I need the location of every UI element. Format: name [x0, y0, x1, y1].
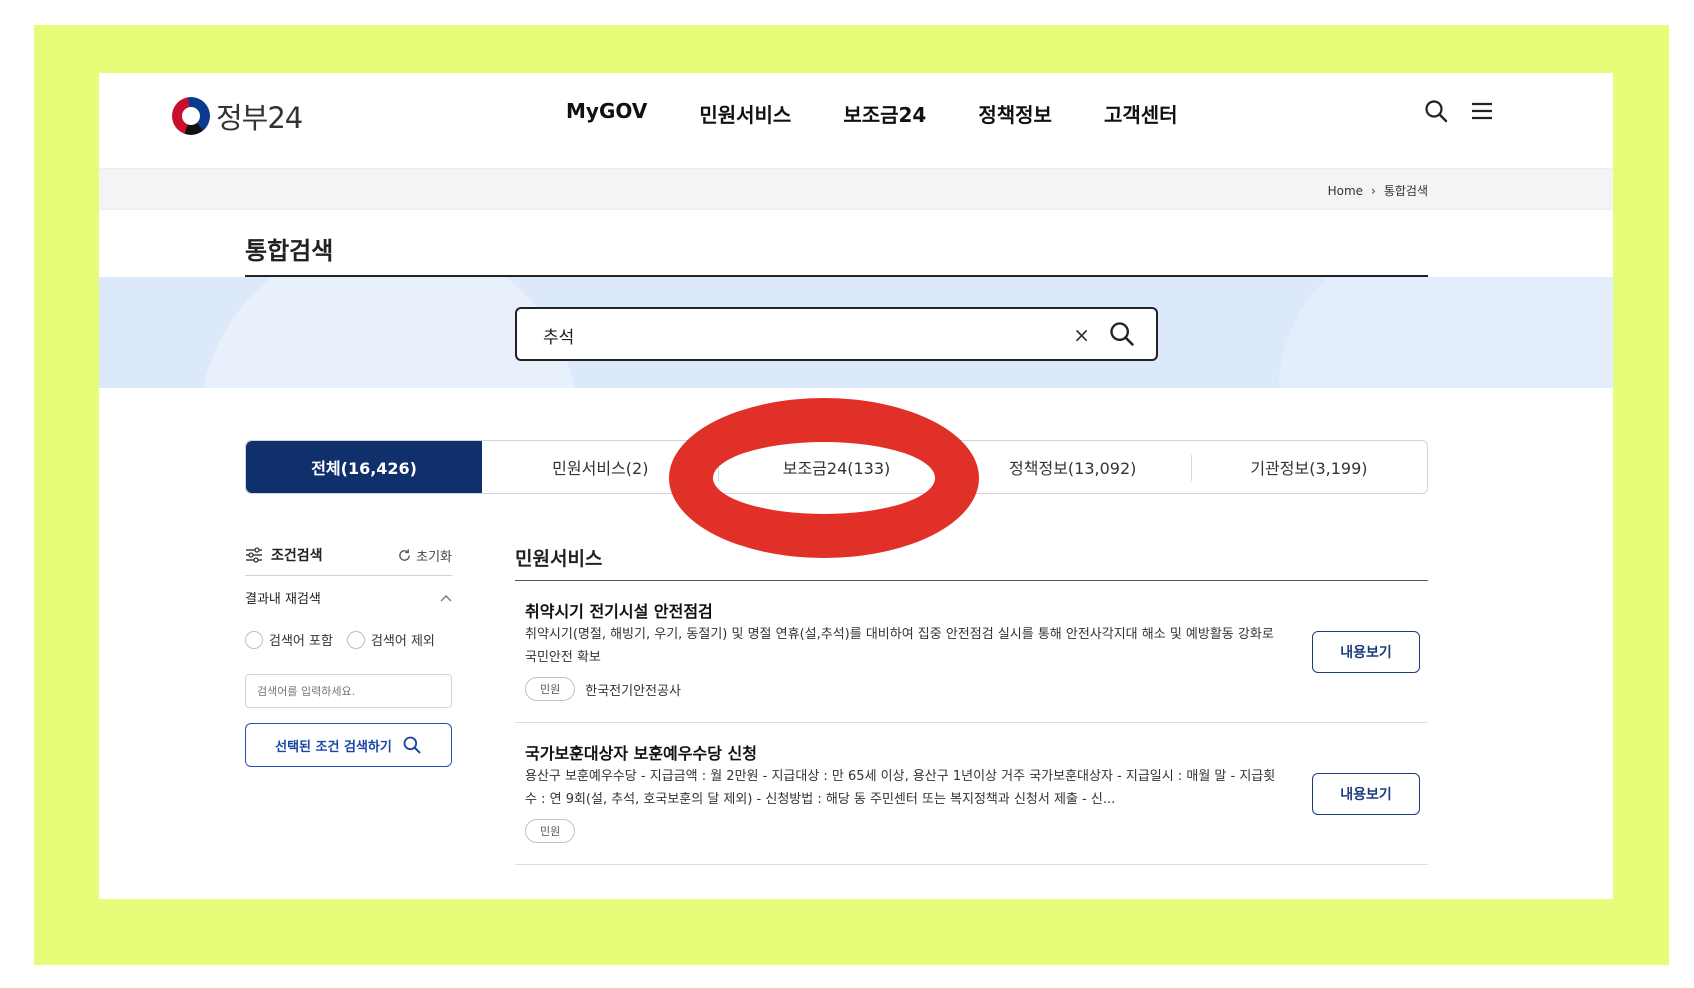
menu-icon[interactable] [1470, 99, 1494, 123]
chevron-up-icon[interactable] [440, 594, 452, 602]
search-band: 추석 × [99, 277, 1613, 388]
search-input[interactable]: 추석 × [515, 307, 1158, 361]
refresh-icon [399, 548, 410, 561]
breadcrumb: Home › 통합검색 [1328, 182, 1428, 199]
nav-civil-service[interactable]: 민원서비스 [699, 99, 791, 128]
search-conditions-button[interactable]: 선택된 조건 검색하기 [245, 723, 452, 767]
red-circle-annotation [669, 398, 979, 558]
view-detail-button[interactable]: 내용보기 [1312, 773, 1420, 815]
nav-policy-info[interactable]: 정책정보 [978, 99, 1052, 128]
category-tag: 민원 [525, 819, 576, 843]
logo-text: 정부24 [216, 101, 303, 135]
section-title: 민원서비스 [515, 548, 603, 570]
include-radio[interactable]: 검색어 포함 [245, 630, 333, 649]
sliders-icon [246, 547, 262, 563]
filter-header: 조건검색 초기화 [245, 545, 452, 565]
exclude-label: 검색어 제외 [370, 634, 435, 649]
page: 정부24 MyGOV 민원서비스 보조금24 정책정보 고객센터 Home › … [99, 73, 1613, 899]
result-title[interactable]: 국가보훈대상자 보훈예우수당 신청 [525, 740, 757, 764]
include-label: 검색어 포함 [269, 634, 333, 649]
view-detail-button[interactable]: 내용보기 [1312, 631, 1420, 673]
nav-customer-center[interactable]: 고객센터 [1104, 99, 1178, 128]
logo[interactable]: 정부24 [172, 95, 303, 137]
keyword-options: 검색어 포함 검색어 제외 [245, 630, 435, 649]
main-nav: MyGOV 민원서비스 보조금24 정책정보 고객센터 [566, 99, 1230, 128]
category-tag: 민원 [525, 677, 576, 701]
search-icon [403, 736, 421, 754]
result-organization: 한국전기안전공사 [585, 683, 681, 699]
clear-icon[interactable]: × [1073, 323, 1090, 347]
filter-divider [245, 575, 452, 576]
filter-title: 조건검색 [245, 545, 323, 565]
result-item: 국가보훈대상자 보훈예우수당 신청 용산구 보훈예우수당 - 지급금액 : 월 … [515, 723, 1428, 865]
chevron-right-icon: › [1371, 183, 1376, 198]
tab-all[interactable]: 전체(16,426) [246, 441, 483, 493]
breadcrumb-home[interactable]: Home [1328, 184, 1363, 198]
result-description: 취약시기(명절, 해빙기, 우기, 동절기) 및 명절 연휴(설,추석)를 대비… [525, 627, 1274, 665]
search-submit-icon[interactable] [1108, 320, 1136, 348]
reset-label: 초기화 [416, 549, 452, 565]
refine-search-label: 결과내 재검색 [245, 592, 321, 607]
result-meta: 민원 [525, 819, 576, 843]
result-meta: 민원 한국전기안전공사 [525, 677, 681, 701]
result-description: 용산구 보훈예우수당 - 지급금액 : 월 2만원 - 지급대상 : 만 65세… [525, 769, 1276, 807]
tab-policy-info[interactable]: 정책정보(13,092) [954, 441, 1191, 493]
exclude-radio[interactable]: 검색어 제외 [346, 630, 435, 649]
taegeuk-logo-icon [172, 97, 210, 135]
nav-subsidy24[interactable]: 보조금24 [843, 99, 926, 128]
refine-search-header[interactable]: 결과내 재검색 [245, 588, 452, 607]
radio-circle[interactable] [245, 630, 263, 649]
search-icon[interactable] [1424, 99, 1448, 123]
decorative-shape [1279, 277, 1613, 388]
refine-keyword-input[interactable] [245, 674, 452, 708]
tab-agency-info[interactable]: 기관정보(3,199) [1190, 441, 1427, 493]
radio-circle[interactable] [346, 630, 365, 649]
breadcrumb-bar: Home › 통합검색 [99, 168, 1613, 210]
nav-mygov[interactable]: MyGOV [566, 99, 647, 128]
header-tools [1424, 99, 1494, 123]
result-item: 취약시기 전기시설 안전점검 취약시기(명절, 해빙기, 우기, 동절기) 및 … [515, 581, 1428, 723]
page-title: 통합검색 [245, 237, 334, 265]
search-value: 추석 [543, 328, 575, 348]
search-conditions-label: 선택된 조건 검색하기 [275, 739, 392, 755]
filter-title-text: 조건검색 [271, 548, 323, 564]
reset-button[interactable]: 초기화 [397, 546, 452, 565]
breadcrumb-current: 통합검색 [1383, 184, 1428, 198]
result-title[interactable]: 취약시기 전기시설 안전점검 [525, 598, 713, 622]
